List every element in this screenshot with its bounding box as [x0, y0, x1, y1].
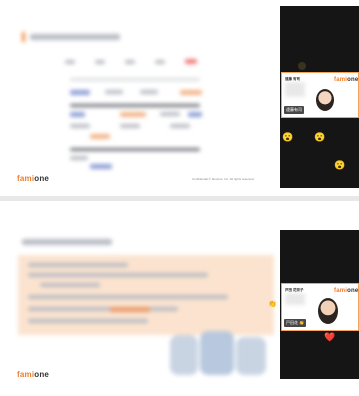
- name-tag: 遠藤有司: [284, 106, 304, 114]
- card-logo: famione: [334, 288, 359, 294]
- slide-footer: Confidential © famione, Inc. All rights …: [192, 177, 255, 181]
- meeting-frame-2: famione 戸田 花奈子 famione 戸田花 👏 ❤️ 👏: [0, 201, 359, 396]
- shared-slide: famione Confidential © famione, Inc. All…: [10, 6, 280, 188]
- participant-name: 遠藤 有司: [285, 77, 300, 81]
- video-panel: 戸田 花奈子 famione 戸田花 👏 ❤️: [280, 230, 359, 379]
- participant-name: 戸田 花奈子: [285, 288, 304, 292]
- video-panel: 遠藤 有司 famione 遠藤有司 😮 😮 😮: [280, 6, 359, 188]
- camera-indicator: [298, 62, 306, 70]
- meeting-frame-1: famione Confidential © famione, Inc. All…: [0, 0, 359, 196]
- name-tag: 戸田花 👏: [284, 319, 307, 327]
- card-logo: famione: [334, 77, 359, 83]
- participant-card[interactable]: 戸田 花奈子 famione 戸田花 👏: [281, 283, 359, 331]
- participant-avatar: [318, 298, 338, 324]
- participant-details: [285, 294, 305, 306]
- reaction-emoji: 👏: [268, 301, 277, 308]
- famione-logo: famione: [17, 370, 50, 379]
- reaction-emoji: ❤️: [324, 332, 336, 342]
- shared-slide: famione: [10, 203, 280, 393]
- participant-card[interactable]: 遠藤 有司 famione 遠藤有司: [281, 72, 359, 118]
- famione-logo: famione: [17, 174, 50, 183]
- reaction-emoji: 😮: [334, 160, 346, 170]
- reaction-emoji: 😮: [314, 132, 326, 142]
- participant-avatar: [316, 89, 334, 111]
- participant-details: [285, 83, 305, 97]
- reaction-emoji: 😮: [282, 132, 294, 142]
